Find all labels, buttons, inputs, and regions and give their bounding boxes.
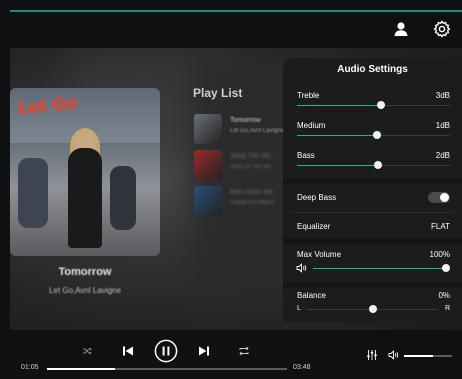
deep-bass-label: Deep Bass bbox=[297, 193, 337, 202]
playlist-item-subtitle: Let Go,Avril Lavigne bbox=[230, 128, 284, 134]
playlist-item-thumb bbox=[194, 186, 222, 216]
balance-left-label: L bbox=[297, 305, 301, 312]
max-volume-slider[interactable] bbox=[313, 264, 450, 272]
seek-bar[interactable] bbox=[47, 368, 287, 370]
bass-slider[interactable] bbox=[297, 161, 450, 169]
medium-label: Medium bbox=[297, 121, 326, 130]
section-divider bbox=[283, 282, 462, 288]
shuffle-icon[interactable] bbox=[82, 346, 92, 356]
volume-slider[interactable] bbox=[404, 355, 452, 357]
player-controls: 01:05 03:48 bbox=[10, 330, 462, 379]
equalizer-icon[interactable] bbox=[366, 349, 378, 361]
treble-slider-thumb[interactable] bbox=[377, 101, 386, 109]
audio-settings-panel: Audio Settings Treble 3dB Medium 1dB Bas… bbox=[283, 58, 462, 322]
playlist-item-subtitle: Way Of The Wi... bbox=[230, 164, 276, 170]
section-divider bbox=[283, 238, 462, 244]
top-bar bbox=[10, 12, 462, 48]
max-volume-value: 100% bbox=[429, 250, 450, 259]
cover-crowd bbox=[110, 166, 136, 230]
max-volume-slider-thumb[interactable] bbox=[442, 264, 450, 272]
next-icon[interactable] bbox=[198, 345, 210, 357]
playlist-item-title: Rain Over Me bbox=[230, 189, 274, 196]
bass-value: 2dB bbox=[435, 151, 450, 160]
medium-slider[interactable] bbox=[297, 131, 450, 139]
balance-value: 0% bbox=[438, 291, 450, 300]
row-separator bbox=[291, 212, 454, 213]
volume-icon[interactable] bbox=[388, 350, 400, 360]
seek-bar-fill bbox=[47, 368, 116, 370]
playlist-item-subtitle: Planet Pit,Pitbull bbox=[230, 200, 274, 206]
playlist-item[interactable]: Tomorrow Let Go,Avril Lavigne bbox=[194, 114, 292, 144]
pause-icon[interactable] bbox=[154, 339, 178, 363]
repeat-icon[interactable] bbox=[238, 346, 250, 356]
audio-settings-title: Audio Settings bbox=[337, 64, 408, 75]
bass-label: Bass bbox=[297, 151, 315, 160]
playlist-item-thumb bbox=[194, 150, 222, 180]
equalizer-value[interactable]: FLAT bbox=[431, 222, 450, 231]
album-cover: Let Go bbox=[10, 88, 160, 256]
duration-time: 03:48 bbox=[293, 364, 311, 371]
max-volume-slider-fill bbox=[313, 268, 446, 269]
deep-bass-toggle-knob bbox=[440, 193, 449, 202]
medium-value: 1dB bbox=[435, 121, 450, 130]
playlist-item-title: Steal The Wi... bbox=[230, 153, 276, 160]
medium-slider-thumb[interactable] bbox=[372, 131, 381, 139]
balance-label: Balance bbox=[297, 291, 326, 300]
medium-slider-fill bbox=[297, 135, 377, 136]
balance-slider[interactable] bbox=[307, 305, 438, 313]
treble-slider[interactable] bbox=[297, 101, 450, 109]
now-playing-artist: Let Go,Avril Lavigne bbox=[49, 286, 121, 295]
deep-bass-toggle[interactable] bbox=[428, 192, 450, 203]
previous-icon[interactable] bbox=[122, 345, 134, 357]
equalizer-label[interactable]: Equalizer bbox=[297, 222, 330, 231]
treble-slider-fill bbox=[297, 105, 382, 106]
balance-right-label: R bbox=[444, 305, 450, 312]
playlist-item-thumb bbox=[194, 114, 222, 144]
max-volume-label: Max Volume bbox=[297, 250, 342, 259]
playlist-item[interactable]: Steal The Wi... Way Of The Wi... bbox=[194, 150, 292, 180]
gear-icon[interactable] bbox=[432, 19, 452, 39]
volume-slider-fill bbox=[404, 355, 433, 357]
bass-slider-fill bbox=[297, 165, 379, 166]
playlist-title: Play List bbox=[193, 86, 243, 100]
section-divider bbox=[283, 178, 462, 184]
bass-slider-thumb[interactable] bbox=[374, 161, 383, 169]
cover-crowd bbox=[18, 158, 48, 228]
now-playing-title: Tomorrow bbox=[58, 266, 112, 278]
cover-figure bbox=[68, 148, 102, 248]
playlist-item[interactable]: Rain Over Me Planet Pit,Pitbull bbox=[194, 186, 292, 216]
app-window: Let Go Tomorrow Let Go,Avril Lavigne Pla… bbox=[0, 0, 462, 379]
elapsed-time: 01:05 bbox=[21, 364, 39, 371]
playlist-item-title: Tomorrow bbox=[230, 117, 261, 124]
user-icon[interactable] bbox=[392, 20, 410, 38]
volume-icon bbox=[296, 263, 307, 273]
treble-label: Treble bbox=[297, 91, 320, 100]
balance-slider-thumb[interactable] bbox=[368, 305, 377, 313]
treble-value: 3dB bbox=[435, 91, 450, 100]
